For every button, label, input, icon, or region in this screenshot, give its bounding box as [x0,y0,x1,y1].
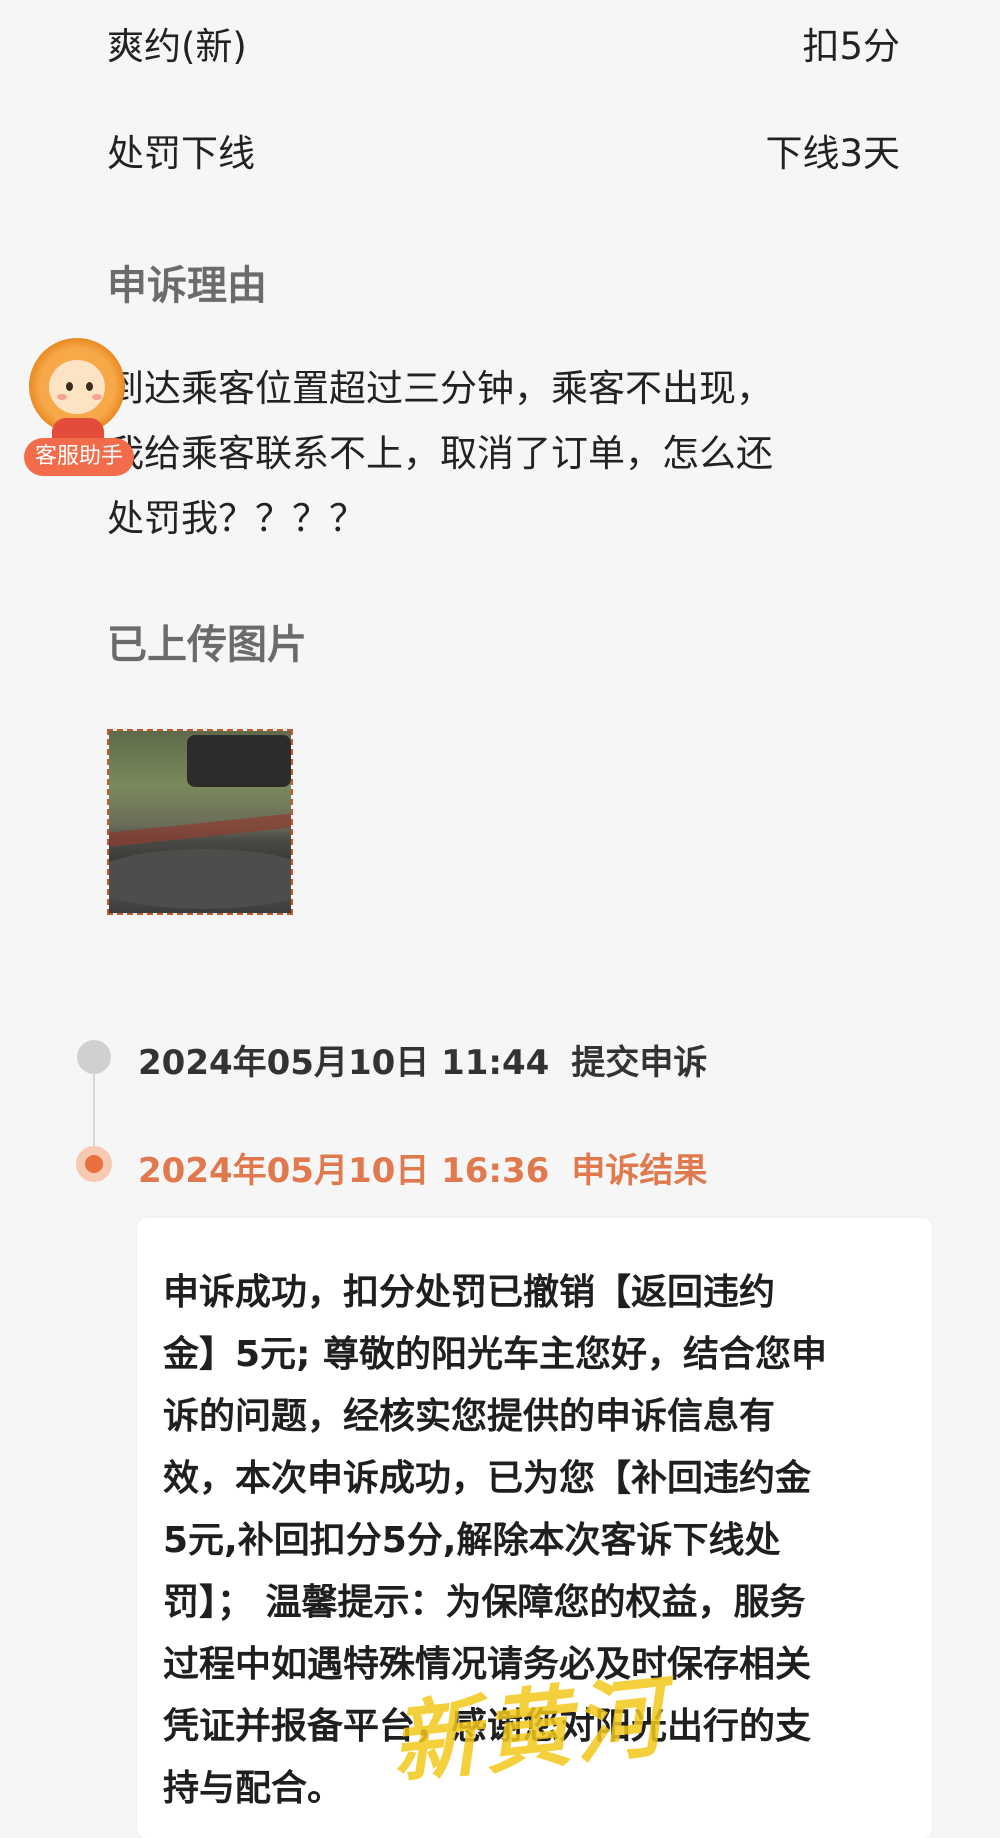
appeal-reason-title: 申诉理由 [107,263,267,309]
timeline-dot-icon [77,1040,111,1074]
penalty-row-no-show: 爽约(新) 扣5分 [107,16,900,70]
event-time: 2024年05月10日 16:36 [138,1151,550,1191]
penalty-value: 扣5分 [802,25,900,68]
timeline-event-result: 2024年05月10日 16:36 申诉结果 [138,1143,707,1192]
customer-service-assistant-button[interactable]: 客服助手 [24,338,134,478]
penalty-row-offline: 处罚下线 下线3天 [107,123,900,177]
event-label: 申诉结果 [571,1151,708,1191]
appeal-reason-text: 到达乘客位置超过三分钟，乘客不出现， 我给乘客联系不上，取消了订单，怎么还 处罚… [107,367,773,540]
uploaded-images-title: 已上传图片 [107,622,307,668]
penalty-label: 爽约(新) [107,25,247,68]
event-label: 提交申诉 [571,1043,708,1083]
uploaded-image-thumbnail[interactable] [107,729,293,915]
assistant-badge: 客服助手 [24,438,134,476]
event-time: 2024年05月10日 11:44 [138,1043,550,1083]
penalty-label: 处罚下线 [107,132,255,175]
timeline-event-submitted: 2024年05月10日 11:44 提交申诉 [138,1035,707,1084]
penalty-value: 下线3天 [765,132,900,175]
